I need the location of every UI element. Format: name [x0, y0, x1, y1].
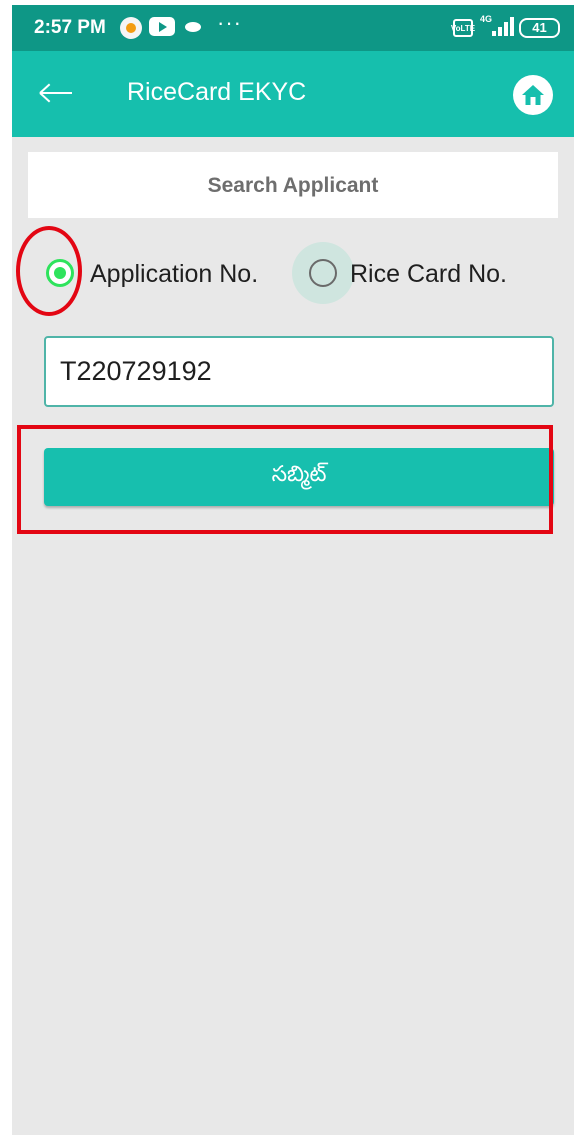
- arrow-left-icon[interactable]: [38, 81, 74, 105]
- signal-icon: 4G: [480, 14, 514, 36]
- eye-icon: [185, 22, 201, 32]
- youtube-icon: [149, 17, 175, 36]
- app-notification-icon: [120, 17, 142, 39]
- volte-icon: VoLTE: [451, 19, 475, 37]
- app-bar: RiceCard EKYC: [12, 51, 574, 137]
- search-header-card: Search Applicant: [28, 152, 558, 218]
- status-bar: 2:57 PM ··· VoLTE 4G 41: [12, 5, 574, 51]
- page-title: RiceCard EKYC: [127, 78, 307, 106]
- radio-label-application-no[interactable]: Application No.: [90, 260, 258, 289]
- network-type-label: 4G: [480, 14, 493, 24]
- search-title: Search Applicant: [207, 174, 379, 197]
- radio-label-rice-card-no[interactable]: Rice Card No.: [350, 260, 507, 289]
- submit-button[interactable]: సబ్మిట్: [44, 448, 554, 506]
- radio-rice-card-no[interactable]: [309, 259, 337, 287]
- home-icon: [522, 85, 544, 105]
- application-number-input[interactable]: [44, 336, 554, 407]
- search-type-radio-group: Application No. Rice Card No.: [12, 242, 574, 304]
- radio-application-no[interactable]: [46, 259, 74, 287]
- more-dots-icon: ···: [217, 10, 242, 35]
- battery-icon: 41: [519, 18, 560, 38]
- home-button[interactable]: [513, 75, 553, 115]
- phone-screen: 2:57 PM ··· VoLTE 4G 41 RiceCard EKYC Se…: [12, 5, 574, 1135]
- status-time: 2:57 PM: [34, 17, 106, 38]
